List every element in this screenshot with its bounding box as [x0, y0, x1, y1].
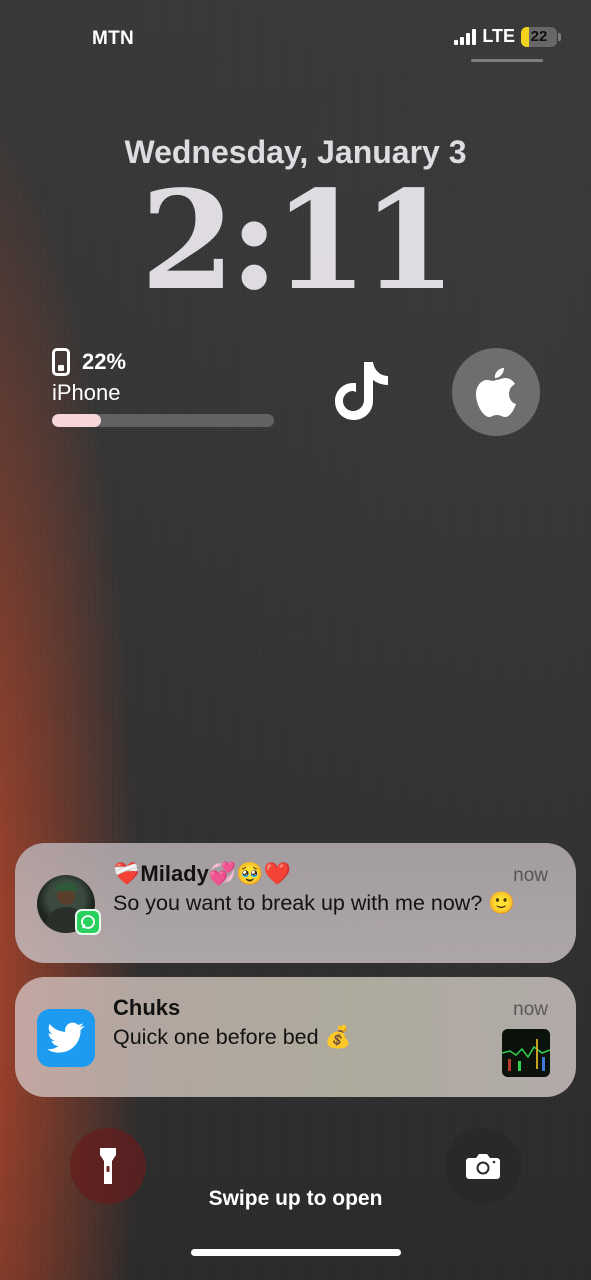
battery-widget-bar-fill: [52, 414, 101, 427]
notification-time: now: [513, 865, 548, 886]
battery-widget-bar: [52, 414, 274, 427]
notification-title: Chuks: [113, 995, 181, 1020]
notification-body: So you want to break up with me now? 🙂: [113, 891, 516, 915]
tiktok-icon[interactable]: [330, 358, 394, 424]
carrier-name: MTN: [92, 28, 135, 49]
control-center-indicator[interactable]: [471, 59, 543, 62]
notification-body: Quick one before bed 💰: [113, 1025, 352, 1049]
flashlight-icon: [100, 1148, 116, 1184]
apple-logo-icon: [476, 368, 516, 417]
battery-level: 22: [530, 28, 548, 45]
lock-time: 2:11: [140, 161, 456, 321]
status-indicators: LTE 22: [454, 26, 561, 47]
battery-widget-device: iPhone: [52, 380, 121, 405]
battery-tip: [558, 32, 561, 41]
battery-icon: 22: [521, 26, 557, 47]
swipe-up-hint: Swipe up to open: [208, 1187, 383, 1210]
battery-widget[interactable]: 22% iPhone: [52, 348, 274, 427]
battery-widget-percent: 22%: [82, 349, 127, 374]
twitter-bird-icon: [37, 1009, 95, 1067]
notification-whatsapp[interactable]: ❤️‍🩹Milady💞🥹❤️ So you want to break up w…: [15, 843, 576, 963]
signal-bars-icon: [454, 28, 477, 45]
home-indicator[interactable]: [191, 1249, 401, 1256]
notification-thumbnail: [502, 1029, 550, 1077]
apple-widget[interactable]: [452, 348, 540, 436]
notification-time: now: [513, 999, 548, 1020]
camera-icon: [466, 1154, 500, 1179]
network-type: LTE: [482, 26, 515, 46]
whatsapp-badge-icon: [75, 909, 101, 935]
iphone-icon: [52, 348, 70, 376]
notification-title: ❤️‍🩹Milady💞🥹❤️: [113, 861, 292, 886]
notification-twitter[interactable]: Chuks Quick one before bed 💰 now: [15, 977, 576, 1097]
